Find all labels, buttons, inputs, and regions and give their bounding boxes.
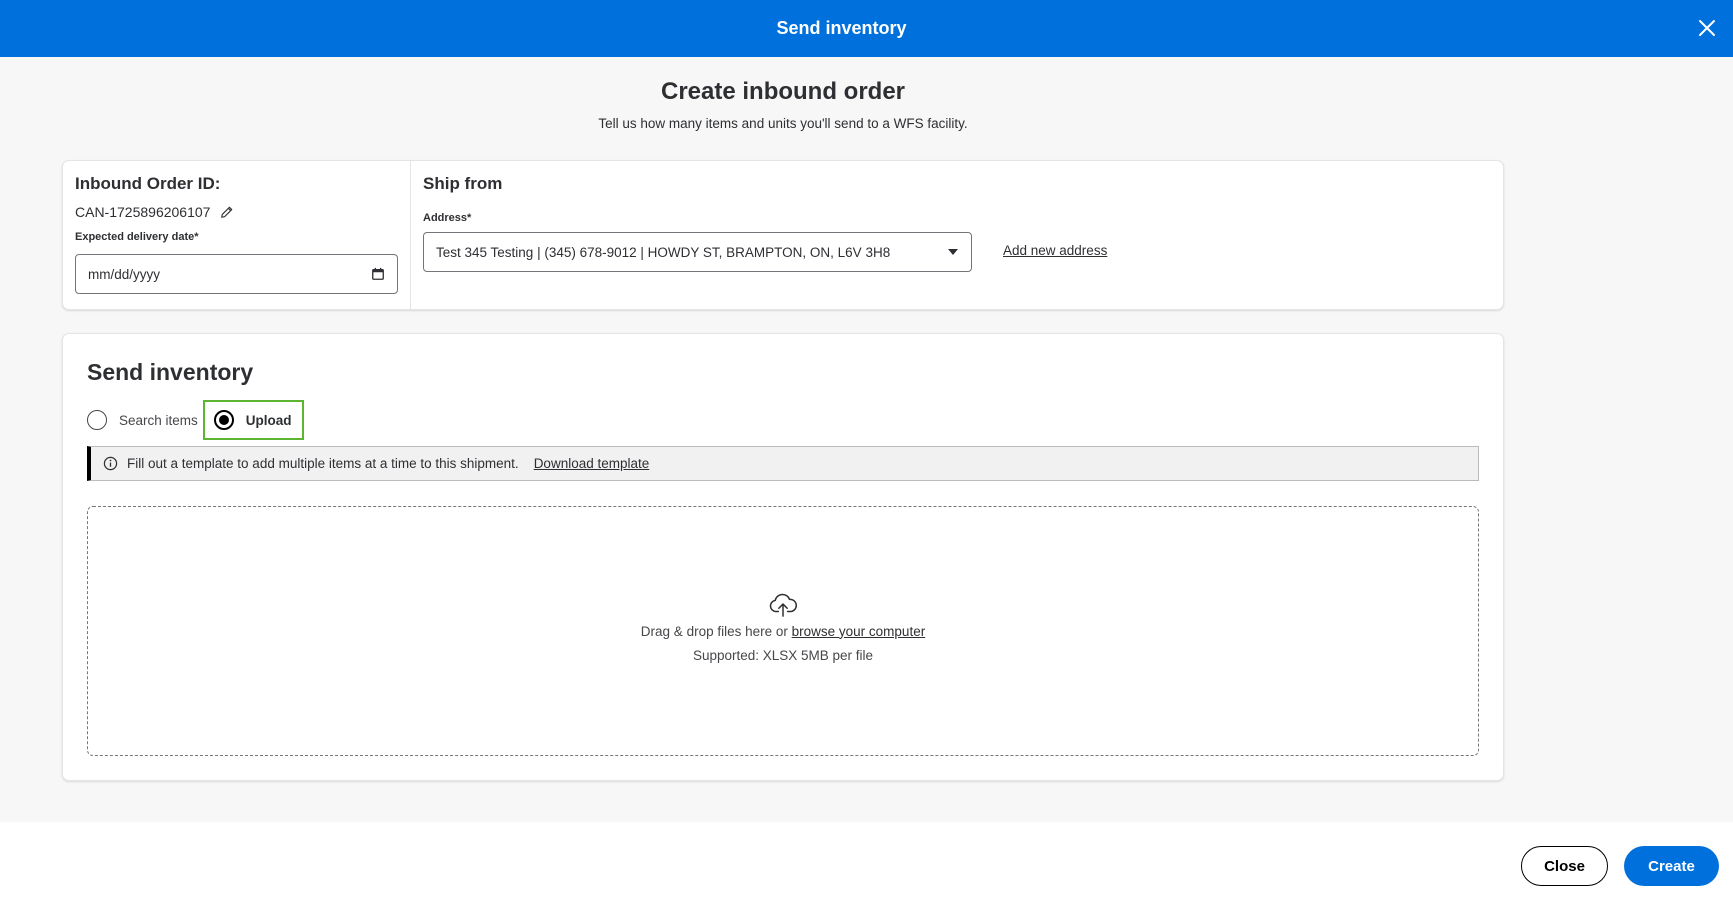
chevron-down-icon [948, 249, 958, 255]
supported-files-text: Supported: XLSX 5MB per file [692, 647, 874, 663]
cloud-upload-icon [769, 593, 797, 617]
upload-option[interactable]: Upload [202, 400, 304, 440]
date-placeholder: mm/dd/yyyy [88, 266, 161, 282]
pencil-icon[interactable] [220, 205, 234, 219]
upload-label: Upload [245, 412, 292, 428]
search-items-radio[interactable] [87, 410, 107, 430]
order-info-section: Inbound Order ID: CAN-1725896206107 Expe… [63, 161, 411, 309]
delivery-date-input[interactable]: mm/dd/yyyy [75, 254, 398, 294]
modal-title: Send inventory [776, 18, 907, 38]
browse-computer-link[interactable]: browse your computer [792, 624, 926, 639]
order-details-card: Inbound Order ID: CAN-1725896206107 Expe… [62, 160, 1504, 310]
create-button[interactable]: Create [1624, 846, 1719, 886]
search-items-label: Search items [119, 412, 198, 428]
close-icon[interactable] [1695, 16, 1719, 40]
page-header: Create inbound order Tell us how many it… [0, 78, 1566, 131]
inventory-method-radio-group: Search items Upload [87, 400, 304, 440]
calendar-icon[interactable] [371, 267, 385, 281]
page-subtitle: Tell us how many items and units you'll … [598, 116, 968, 131]
order-id-title: Inbound Order ID: [75, 174, 221, 193]
page-title: Create inbound order [660, 78, 906, 105]
address-value: Test 345 Testing | (345) 678-9012 | HOWD… [436, 244, 891, 260]
modal-header: Send inventory [0, 0, 1733, 57]
dropzone-instructions: Drag & drop files here or browse your co… [641, 624, 925, 639]
ship-from-title: Ship from [423, 174, 503, 193]
add-new-address-link[interactable]: Add new address [1003, 243, 1107, 258]
delivery-date-label: Expected delivery date* [75, 231, 199, 243]
send-inventory-title: Send inventory [87, 359, 254, 385]
close-button[interactable]: Close [1521, 846, 1608, 886]
file-dropzone[interactable]: Drag & drop files here or browse your co… [87, 506, 1479, 756]
order-id-row: CAN-1725896206107 [75, 204, 234, 220]
info-icon [103, 456, 118, 471]
order-id-value: CAN-1725896206107 [75, 204, 211, 220]
radio-selected-dot [218, 415, 229, 425]
modal-footer: Close Create [0, 822, 1733, 901]
address-select[interactable]: Test 345 Testing | (345) 678-9012 | HOWD… [423, 232, 972, 272]
download-template-link[interactable]: Download template [534, 456, 650, 471]
banner-text: Fill out a template to add multiple item… [127, 456, 519, 471]
send-inventory-card: Send inventory Search items Upload Fill … [62, 333, 1504, 781]
drop-text: Drag & drop files here or [640, 623, 788, 639]
search-items-option[interactable]: Search items [87, 410, 198, 430]
template-info-banner: Fill out a template to add multiple item… [87, 446, 1479, 481]
address-label: Address* [423, 212, 472, 224]
upload-radio[interactable] [213, 410, 234, 430]
